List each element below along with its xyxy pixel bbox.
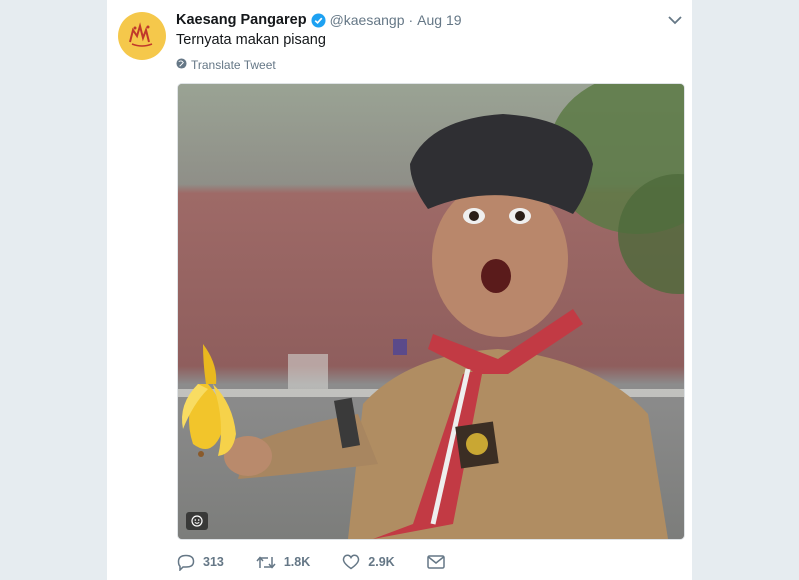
tweet-date[interactable]: Aug 19 [417,12,461,28]
direct-message-button[interactable] [426,555,445,569]
separator: · [408,12,414,28]
verified-badge-icon [311,12,326,28]
heart-icon [342,554,360,570]
media-illustration [178,84,684,539]
avatar-logo [129,22,153,47]
chevron-down-icon[interactable] [667,13,683,27]
tweet-actions: 313 1.8K 2.9K [177,552,477,572]
author-handle[interactable]: @kaesangp [330,12,405,28]
tweet-media-image[interactable] [177,83,685,540]
retweet-count: 1.8K [283,555,311,569]
smiley-icon[interactable] [186,512,208,530]
tweet-text: Ternyata makan pisang [176,32,326,48]
reply-button[interactable]: 313 [177,554,224,571]
like-count: 2.9K [368,555,395,569]
globe-icon [176,58,187,72]
reply-icon [177,554,195,571]
like-button[interactable]: 2.9K [342,554,395,570]
translate-tweet-link[interactable]: Translate Tweet [176,57,276,73]
translate-label: Translate Tweet [191,58,276,72]
tweet-card[interactable]: Kaesang Pangarep @kaesangp · Aug 19 Tern… [107,0,692,580]
reply-count: 313 [203,555,224,569]
retweet-button[interactable]: 1.8K [256,555,310,570]
tweet-header: Kaesang Pangarep @kaesangp · Aug 19 [176,10,462,30]
envelope-icon [426,555,445,569]
retweet-icon [256,555,276,570]
avatar[interactable] [118,12,166,60]
author-name[interactable]: Kaesang Pangarep [176,12,307,28]
